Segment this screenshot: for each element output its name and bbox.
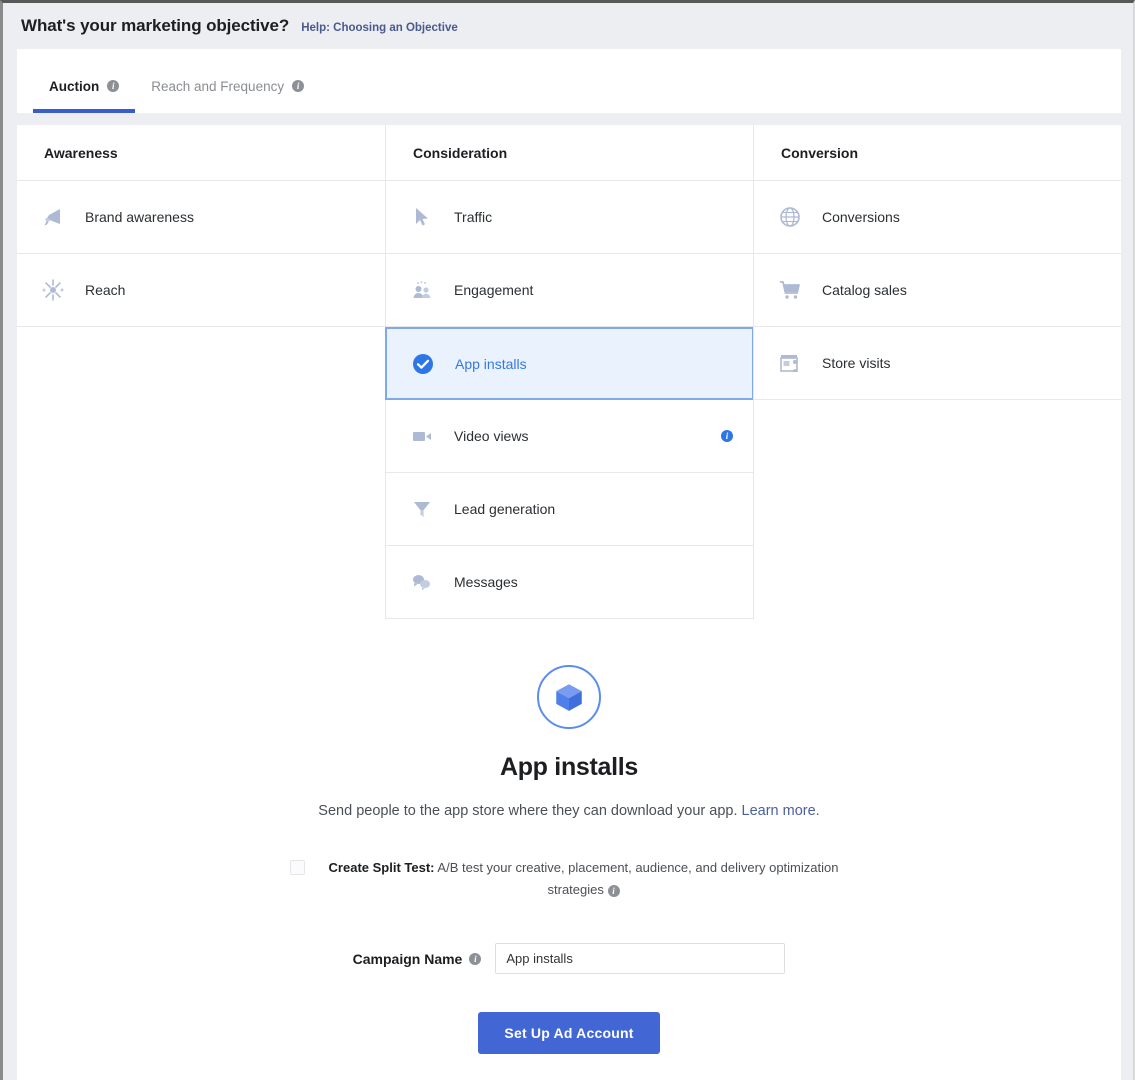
campaign-name-row: Campaign Name i — [17, 943, 1121, 975]
split-test-label: Create Split Test: — [328, 860, 435, 876]
info-icon[interactable]: i — [469, 952, 482, 965]
objective-lead-generation[interactable]: Lead generation — [386, 473, 753, 546]
tab-reach-and-frequency[interactable]: Reach and Frequency i — [135, 49, 320, 113]
starburst-icon — [41, 278, 65, 302]
objective-store-visits[interactable]: Store visits — [754, 327, 1121, 400]
chat-bubbles-icon — [410, 570, 434, 594]
column-heading-conversion: Conversion — [754, 125, 1121, 181]
split-test-text: A/B test your creative, placement, audie… — [437, 860, 839, 898]
info-icon[interactable]: i — [292, 80, 305, 92]
funnel-icon — [410, 497, 434, 521]
create-split-test-checkbox[interactable] — [289, 860, 305, 876]
tab-reach-and-frequency-label: Reach and Frequency — [151, 78, 285, 94]
learn-more-link[interactable]: Learn more. — [742, 803, 820, 819]
objective-label: Video views — [454, 428, 529, 444]
cube-box-icon — [537, 665, 601, 729]
objective-app-installs[interactable]: App installs — [385, 327, 754, 400]
split-test-description: Create Split Test: A/B test your creativ… — [319, 857, 849, 901]
detail-title: App installs — [499, 753, 639, 781]
objective-label: Traffic — [454, 209, 493, 225]
objective-label: Messages — [454, 574, 518, 590]
campaign-name-input[interactable] — [495, 943, 786, 975]
shopping-cart-icon — [778, 278, 802, 302]
objective-messages[interactable]: Messages — [386, 546, 753, 619]
tab-auction[interactable]: Auction i — [33, 49, 136, 113]
column-awareness: Awareness Brand awareness Reach — [17, 125, 385, 619]
column-consideration: Consideration Traffic Engagement App ins… — [385, 125, 754, 619]
check-circle-icon — [411, 352, 435, 376]
page-header: What's your marketing objective? Help: C… — [3, 3, 1133, 49]
objective-traffic[interactable]: Traffic — [386, 181, 753, 254]
column-conversion: Conversion Conversions Catalog sales Sto… — [753, 125, 1121, 619]
detail-description-text: Send people to the app store where they … — [318, 803, 738, 819]
ads-manager-objective-page: What's your marketing objective? Help: C… — [0, 0, 1135, 1080]
tab-auction-label: Auction — [49, 78, 100, 94]
tab-bar: Auction i Reach and Frequency i — [17, 49, 1121, 113]
objective-reach[interactable]: Reach — [17, 254, 385, 327]
column-heading-awareness: Awareness — [17, 125, 385, 181]
objective-label: Reach — [85, 282, 126, 298]
objective-label: Store visits — [822, 355, 891, 371]
objective-conversions[interactable]: Conversions — [754, 181, 1121, 254]
cta-container: Set Up Ad Account — [17, 1012, 1121, 1055]
info-icon[interactable]: i — [721, 430, 733, 442]
info-icon[interactable]: i — [607, 885, 620, 898]
storefront-icon — [778, 351, 802, 375]
objective-engagement[interactable]: Engagement — [386, 254, 753, 327]
objective-label: Conversions — [822, 209, 900, 225]
objective-catalog-sales[interactable]: Catalog sales — [754, 254, 1121, 327]
split-test-row: Create Split Test: A/B test your creativ… — [17, 857, 1121, 901]
objective-label: App installs — [455, 355, 527, 372]
megaphone-icon — [41, 205, 65, 229]
objective-label: Engagement — [454, 282, 534, 298]
people-icon — [410, 278, 434, 302]
objective-label: Catalog sales — [822, 282, 907, 298]
detail-description: Send people to the app store where they … — [289, 800, 849, 823]
set-up-ad-account-button[interactable]: Set Up Ad Account — [478, 1012, 660, 1055]
campaign-name-label: Campaign Name i — [353, 951, 482, 967]
cursor-arrow-icon — [410, 205, 434, 229]
globe-icon — [778, 205, 802, 229]
objective-label: Lead generation — [454, 501, 556, 517]
objective-card: Awareness Brand awareness Reach Consider… — [17, 125, 1121, 1080]
campaign-name-label-text: Campaign Name — [352, 950, 463, 967]
video-camera-icon — [410, 424, 434, 448]
objective-grid: Awareness Brand awareness Reach Consider… — [17, 125, 1121, 619]
column-heading-consideration: Consideration — [386, 125, 753, 181]
objective-label: Brand awareness — [85, 209, 194, 225]
objective-detail-panel: App installs Send people to the app stor… — [17, 619, 1121, 1080]
objective-video-views[interactable]: Video views i — [386, 400, 753, 473]
help-link[interactable]: Help: Choosing an Objective — [301, 22, 458, 34]
info-icon[interactable]: i — [107, 80, 120, 92]
objective-brand-awareness[interactable]: Brand awareness — [17, 181, 385, 254]
page-title: What's your marketing objective? — [21, 16, 290, 35]
